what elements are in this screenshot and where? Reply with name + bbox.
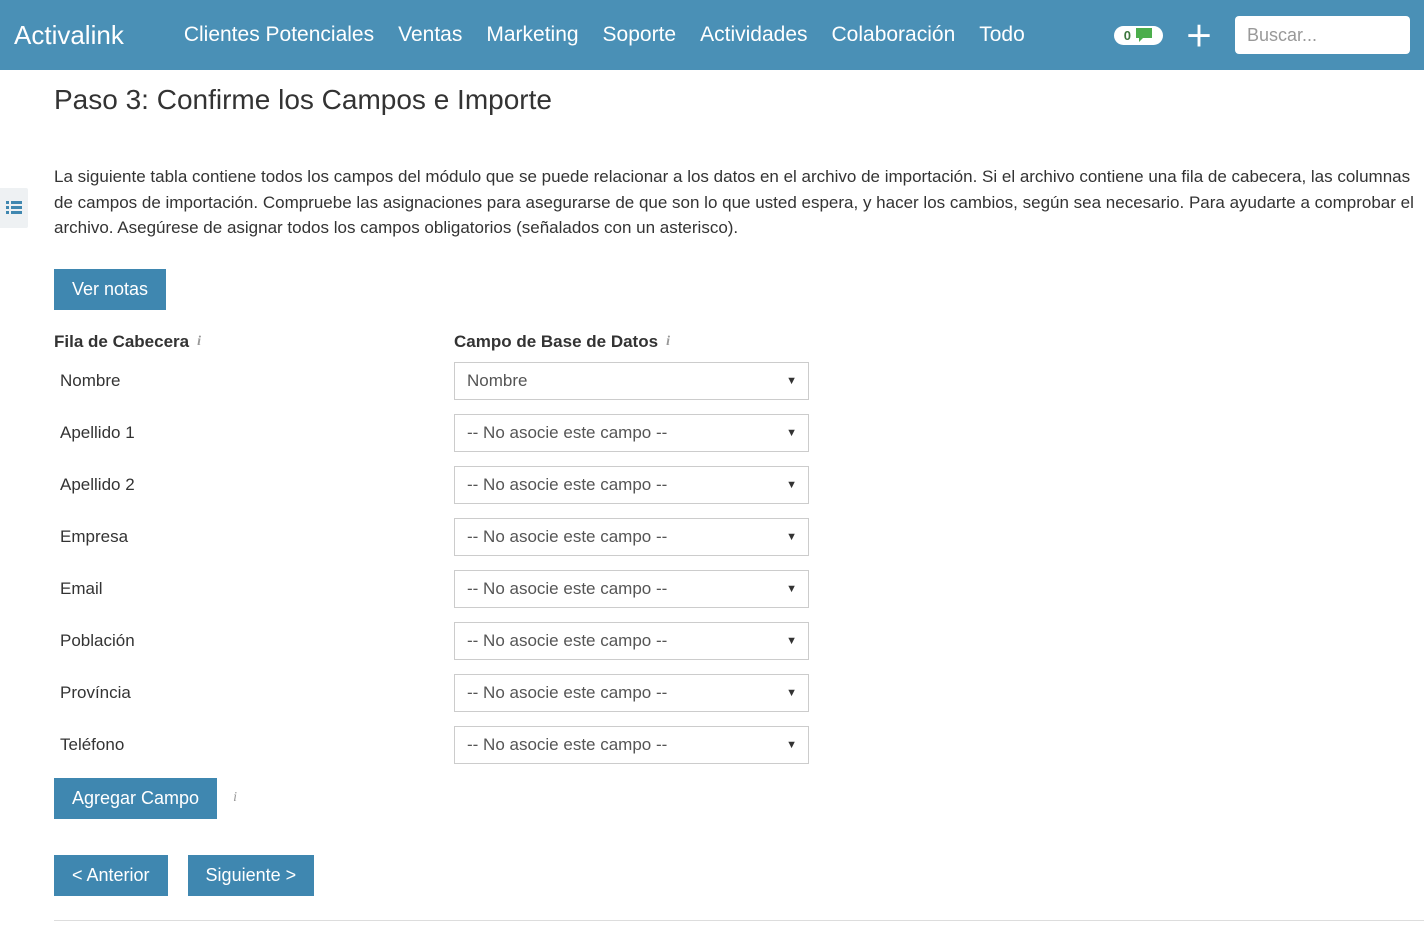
field-mapping-select[interactable]: -- No asocie este campo -- (454, 674, 809, 712)
header-fila-cabecera-label: Fila de Cabecera (54, 332, 189, 352)
top-navbar: Activalink Clientes Potenciales Ventas M… (0, 0, 1424, 70)
field-row: Población-- No asocie este campo --▼ (54, 622, 1424, 660)
field-row: Email-- No asocie este campo --▼ (54, 570, 1424, 608)
nav-ventas[interactable]: Ventas (398, 23, 462, 47)
field-mapping-select[interactable]: -- No asocie este campo -- (454, 414, 809, 452)
nav-actividades[interactable]: Actividades (700, 23, 807, 47)
siguiente-button[interactable]: Siguiente > (188, 855, 315, 896)
search-input[interactable] (1235, 16, 1410, 54)
select-wrap: -- No asocie este campo --▼ (454, 622, 809, 660)
field-label: Apellido 2 (54, 475, 454, 495)
field-label: Email (54, 579, 454, 599)
select-wrap: -- No asocie este campo --▼ (454, 518, 809, 556)
field-label: Empresa (54, 527, 454, 547)
header-fila-cabecera: Fila de Cabecera i (54, 332, 454, 352)
select-wrap: -- No asocie este campo --▼ (454, 414, 809, 452)
notifications-badge[interactable]: 0 (1114, 26, 1163, 45)
field-label: Nombre (54, 371, 454, 391)
select-wrap: -- No asocie este campo --▼ (454, 466, 809, 504)
select-wrap: -- No asocie este campo --▼ (454, 726, 809, 764)
anterior-button[interactable]: < Anterior (54, 855, 168, 896)
intro-text: La siguiente tabla contiene todos los ca… (54, 164, 1424, 241)
field-mapping-select[interactable]: Nombre (454, 362, 809, 400)
field-row: Teléfono-- No asocie este campo --▼ (54, 726, 1424, 764)
add-icon[interactable]: ＋ (1185, 15, 1213, 55)
notifications-count: 0 (1124, 28, 1131, 43)
field-row: Apellido 2-- No asocie este campo --▼ (54, 466, 1424, 504)
nav-todo[interactable]: Todo (979, 23, 1025, 47)
page-title: Paso 3: Confirme los Campos e Importe (54, 84, 1424, 116)
header-campo-bd-label: Campo de Base de Datos (454, 332, 658, 352)
field-mapping-select[interactable]: -- No asocie este campo -- (454, 466, 809, 504)
ver-notas-button[interactable]: Ver notas (54, 269, 166, 310)
list-icon (6, 201, 22, 215)
field-row: Apellido 1-- No asocie este campo --▼ (54, 414, 1424, 452)
nav-marketing[interactable]: Marketing (486, 23, 578, 47)
field-label: Província (54, 683, 454, 703)
select-wrap: -- No asocie este campo --▼ (454, 570, 809, 608)
nav-right: 0 ＋ (1114, 15, 1410, 55)
field-row: NombreNombre▼ (54, 362, 1424, 400)
header-campo-bd: Campo de Base de Datos i (454, 332, 670, 352)
field-row: Província-- No asocie este campo --▼ (54, 674, 1424, 712)
select-wrap: -- No asocie este campo --▼ (454, 674, 809, 712)
field-label: Teléfono (54, 735, 454, 755)
info-icon[interactable]: i (666, 334, 670, 350)
field-mapping-select[interactable]: -- No asocie este campo -- (454, 518, 809, 556)
chat-icon (1135, 28, 1153, 42)
field-label: Apellido 1 (54, 423, 454, 443)
field-row: Empresa-- No asocie este campo --▼ (54, 518, 1424, 556)
brand-logo[interactable]: Activalink (14, 20, 124, 51)
field-mapping-select[interactable]: -- No asocie este campo -- (454, 726, 809, 764)
field-label: Población (54, 631, 454, 651)
table-headers: Fila de Cabecera i Campo de Base de Dato… (54, 332, 1424, 352)
agregar-campo-button[interactable]: Agregar Campo (54, 778, 217, 819)
divider (54, 920, 1424, 921)
nav-links: Clientes Potenciales Ventas Marketing So… (184, 23, 1114, 47)
field-mapping-select[interactable]: -- No asocie este campo -- (454, 570, 809, 608)
info-icon[interactable]: i (197, 334, 201, 350)
select-wrap: Nombre▼ (454, 362, 809, 400)
nav-clientes-potenciales[interactable]: Clientes Potenciales (184, 23, 374, 47)
main-content: Paso 3: Confirme los Campos e Importe La… (0, 70, 1424, 921)
nav-buttons: < Anterior Siguiente > (54, 855, 1424, 896)
add-field-row: Agregar Campo i (54, 778, 1424, 819)
field-mapping-select[interactable]: -- No asocie este campo -- (454, 622, 809, 660)
nav-colaboracion[interactable]: Colaboración (832, 23, 956, 47)
nav-soporte[interactable]: Soporte (603, 23, 677, 47)
info-icon[interactable]: i (233, 790, 237, 806)
sidebar-toggle[interactable] (0, 188, 28, 228)
